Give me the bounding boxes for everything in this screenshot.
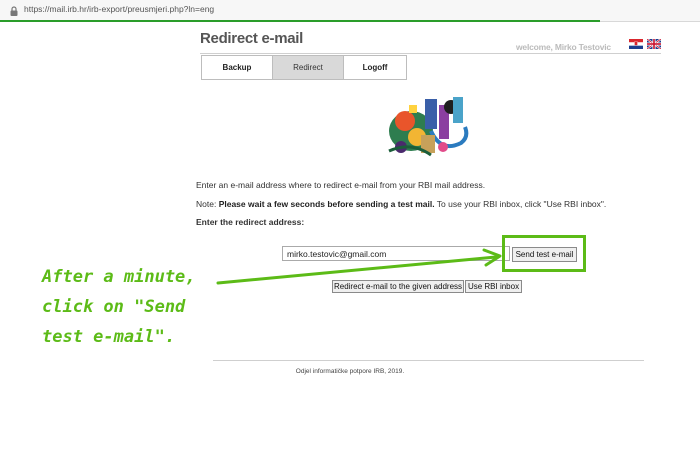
note-prefix: Note: <box>196 199 219 209</box>
welcome-text: welcome, Mirko Testovic <box>516 42 611 52</box>
redirect-email-button[interactable]: Redirect e-mail to the given address <box>332 280 464 293</box>
lock-icon <box>10 6 18 16</box>
footer-text: Odjel informatičke potpore IRB, 2019. <box>295 368 405 375</box>
annotation-text: After a minute, click on "Send test e-ma… <box>42 267 196 347</box>
tab-redirect[interactable]: Redirect <box>272 55 344 80</box>
url-text[interactable]: https://mail.irb.hr/irb-export/preusmjer… <box>24 4 214 14</box>
croatian-flag-icon[interactable] <box>629 39 643 49</box>
redirect-email-input[interactable] <box>282 246 510 261</box>
note-text: Note: Please wait a few seconds before s… <box>196 199 606 209</box>
footer-divider <box>213 360 644 361</box>
instruction-text: Enter an e-mail address where to redirec… <box>196 180 486 190</box>
send-test-email-button[interactable]: Send test e-mail <box>512 247 577 262</box>
page-load-progress <box>0 20 600 22</box>
page-title: Redirect e-mail <box>200 30 304 47</box>
english-flag-icon[interactable] <box>647 39 661 49</box>
use-rbi-inbox-button[interactable]: Use RBI inbox <box>465 280 522 293</box>
redirect-address-label: Enter the redirect address: <box>196 217 305 227</box>
tab-backup[interactable]: Backup <box>201 55 273 80</box>
tab-logoff[interactable]: Logoff <box>343 55 407 80</box>
note-rest: To use your RBI inbox, click "Use RBI in… <box>434 199 607 209</box>
note-bold: Please wait a few seconds before sending… <box>218 199 435 209</box>
title-divider <box>200 53 661 54</box>
browser-address-bar[interactable]: https://mail.irb.hr/irb-export/preusmjer… <box>0 0 700 22</box>
institute-illustration-logo <box>388 97 469 157</box>
